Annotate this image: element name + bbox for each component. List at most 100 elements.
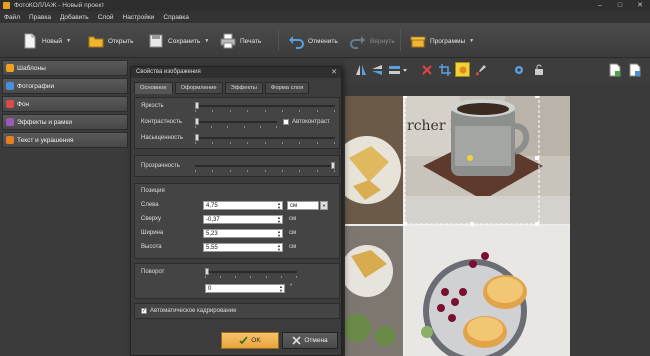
panel-effects[interactable]: Эффекты и рамки [2, 114, 128, 130]
rotation-value: 0 [208, 286, 212, 292]
new-document-icon [24, 33, 36, 49]
title-bar: ФотоКОЛЛАЖ - Новый проект – □ ✕ [0, 0, 650, 11]
print-label: Печать [240, 37, 262, 45]
redo-label: Вернуть [370, 37, 395, 45]
top-label: Сверху [141, 216, 162, 222]
open-label: Открыть [108, 37, 134, 45]
dialog-title-bar: Свойства изображения ✕ [131, 67, 341, 78]
width-unit: см [289, 230, 297, 236]
cancel-x-icon [292, 336, 301, 345]
top-input[interactable]: -0,37 ▲ ▼ [203, 215, 283, 224]
brush-icon[interactable] [473, 62, 488, 77]
rotation-unit: ° [290, 284, 293, 290]
undo-label: Отменить [308, 37, 338, 45]
text-icon [6, 136, 14, 144]
flip-horizontal-icon[interactable] [353, 62, 368, 77]
autocontrast-checkbox[interactable] [283, 119, 289, 125]
left-input[interactable]: 4,75 ▲ ▼ [203, 201, 283, 210]
minimize-button[interactable]: – [590, 0, 610, 11]
new-button[interactable]: Новый ▼ [22, 29, 71, 53]
background-icon [6, 100, 14, 108]
delete-icon[interactable] [419, 62, 434, 77]
panel-label: Шаблоны [17, 64, 46, 72]
panel-text[interactable]: Текст и украшения [2, 132, 128, 148]
brightness-slider[interactable] [195, 102, 335, 114]
tab-basic[interactable]: Основное [134, 82, 173, 94]
panel-photos[interactable]: Фотографии [2, 78, 128, 94]
menu-add[interactable]: Добавить [60, 14, 89, 21]
unit-dropdown-button[interactable]: ▼ [320, 201, 328, 210]
width-value: 5,23 [206, 231, 218, 237]
save-button[interactable]: Сохранить ▼ [148, 29, 209, 53]
image-properties-icon[interactable] [455, 62, 470, 77]
ok-button[interactable]: OK [221, 332, 279, 349]
autocrop-checkbox[interactable]: ✓ [141, 308, 147, 314]
folder-icon [88, 36, 104, 48]
height-label: Высота [141, 244, 162, 250]
align-dropdown[interactable] [387, 62, 409, 77]
menu-file[interactable]: Файл [4, 14, 20, 21]
redo-button[interactable]: Вернуть [350, 29, 395, 53]
toolbar-separator [278, 29, 279, 51]
left-label: Слева [141, 202, 159, 208]
autocontrast-label: Автоконтраст [292, 119, 330, 125]
import-page-icon[interactable] [627, 62, 642, 77]
save-icon [149, 34, 163, 48]
close-button[interactable]: ✕ [630, 0, 650, 11]
undo-button[interactable]: Отменить [288, 29, 338, 53]
rotation-input[interactable]: 0 ▲ ▼ [205, 284, 285, 293]
unit-select-value: см [290, 203, 298, 209]
redo-icon [350, 36, 365, 49]
tab-layer-shape[interactable]: Форма слоя [264, 82, 310, 94]
menu-edit[interactable]: Правка [29, 14, 51, 21]
top-value: -0,37 [206, 217, 220, 223]
saturation-slider[interactable] [195, 134, 335, 146]
star-icon [6, 64, 14, 72]
main-toolbar: Новый ▼ Открыть Сохранить ▼ Печать Отменит… [0, 23, 650, 58]
autocrop-group: ✓ Автоматическое кадрирование [134, 303, 340, 319]
panel-label: Фон [17, 100, 30, 108]
rotation-group: Поворот 0 ▲ ▼ ° [134, 263, 340, 299]
open-button[interactable]: Открыть [88, 29, 134, 53]
dialog-close-icon[interactable]: ✕ [331, 67, 337, 78]
height-value: 5,55 [206, 245, 218, 251]
check-icon [239, 336, 248, 345]
transparency-slider[interactable] [195, 162, 335, 174]
height-unit: см [289, 244, 297, 250]
adjustments-group: Яркость Контрастность Автоконтраст Насыщ… [134, 97, 340, 149]
cancel-label: Отмена [304, 337, 328, 344]
lock-icon[interactable] [531, 62, 546, 77]
cancel-button[interactable]: Отмена [282, 332, 338, 349]
print-button[interactable]: Печать [220, 29, 261, 53]
toolbar-separator [400, 29, 401, 51]
menu-bar: Файл Правка Добавить Слой Настройки Спра… [0, 11, 650, 23]
programs-button[interactable]: Программы ▼ [410, 29, 474, 53]
maximize-button[interactable]: □ [610, 0, 630, 11]
unit-select[interactable]: см [287, 201, 319, 210]
tab-effects[interactable]: Эффекты [224, 82, 263, 94]
menu-layer[interactable]: Слой [98, 14, 114, 21]
new-label: Новый [42, 37, 63, 45]
effects-icon [6, 118, 14, 126]
panel-templates[interactable]: Шаблоны [2, 60, 128, 76]
window-title: ФотоКОЛЛАЖ - Новый проект [14, 2, 105, 9]
panel-background[interactable]: Фон [2, 96, 128, 112]
gift-icon [410, 36, 426, 48]
collage-canvas[interactable]: rcher Zeit [345, 96, 570, 356]
contrast-slider[interactable] [195, 118, 277, 130]
image-properties-dialog: Свойства изображения ✕ Основное Оформлен… [130, 66, 342, 356]
edit-toolbar [345, 58, 650, 83]
dialog-tabs: Основное Оформление Эффекты Форма слоя [134, 82, 310, 94]
height-input[interactable]: 5,55 ▲ ▼ [203, 243, 283, 252]
export-page-icon[interactable] [607, 62, 622, 77]
menu-help[interactable]: Справка [163, 14, 189, 21]
settings-gear-icon[interactable] [511, 62, 526, 77]
menu-settings[interactable]: Настройки [123, 14, 155, 21]
crop-icon[interactable] [437, 62, 452, 77]
app-icon [3, 2, 10, 9]
autocrop-label: Автоматическое кадрирование [150, 308, 237, 314]
width-input[interactable]: 5,23 ▲ ▼ [203, 229, 283, 238]
tab-design[interactable]: Оформление [174, 82, 223, 94]
rotation-slider[interactable] [205, 268, 297, 280]
flip-vertical-icon[interactable] [369, 62, 384, 77]
